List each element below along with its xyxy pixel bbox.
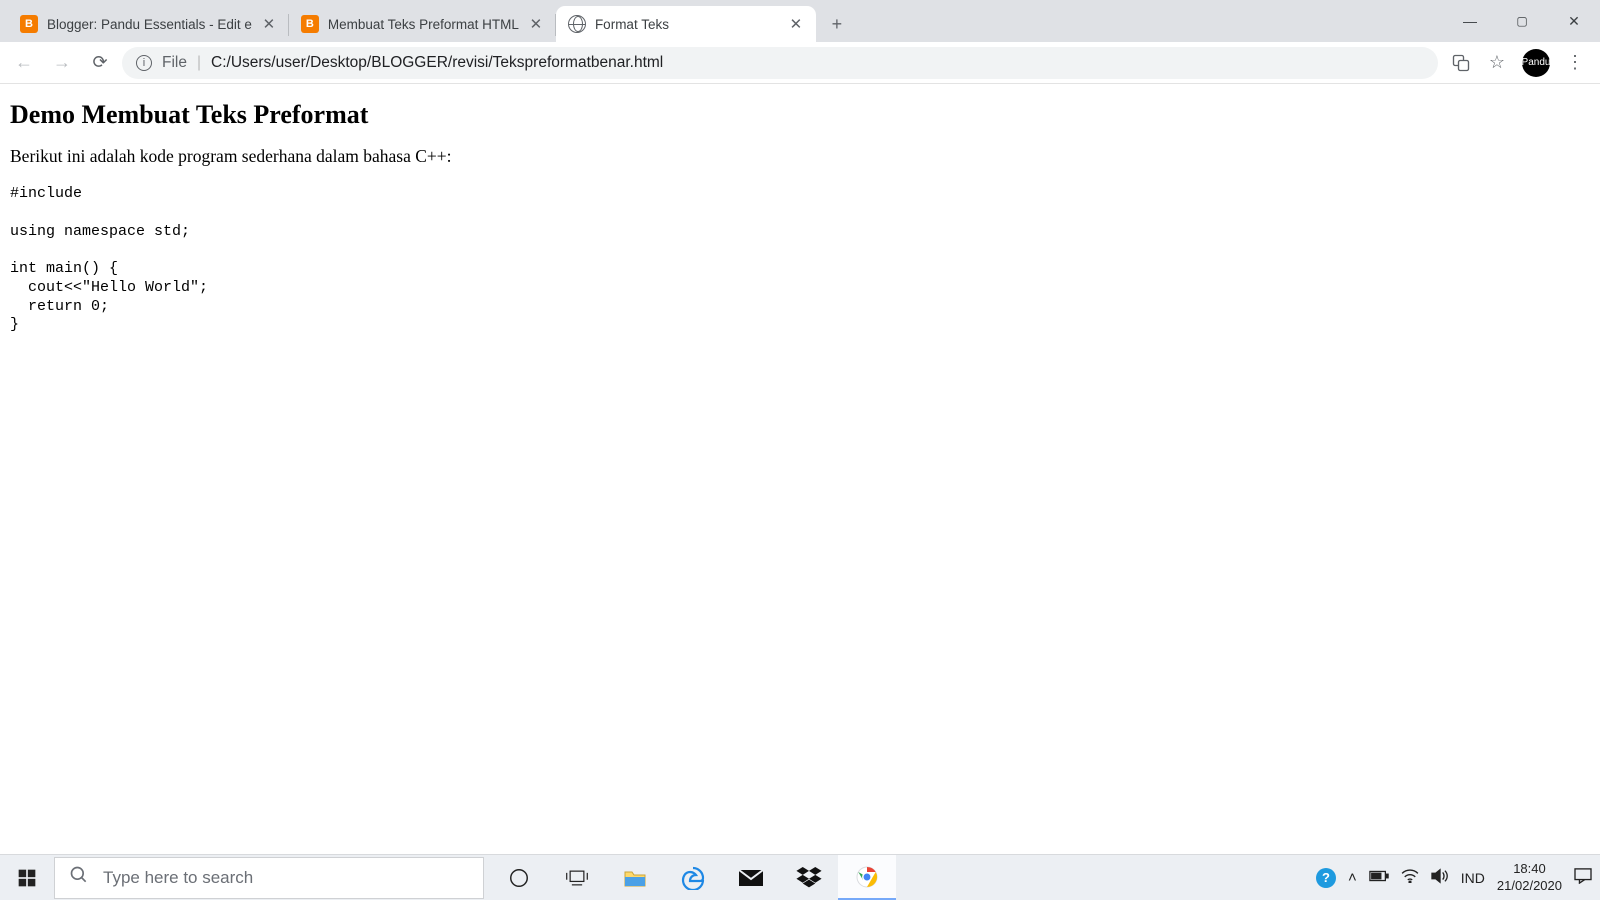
- tab-title: Membuat Teks Preformat HTML: [328, 17, 519, 32]
- cortana-icon[interactable]: [490, 855, 548, 900]
- url-path: C:/Users/user/Desktop/BLOGGER/revisi/Tek…: [211, 54, 663, 72]
- tab-title: Blogger: Pandu Essentials - Edit e: [47, 17, 252, 32]
- volume-icon[interactable]: [1431, 868, 1449, 888]
- reload-button[interactable]: ⟳: [84, 47, 116, 79]
- taskbar-pinned-apps: [490, 855, 896, 900]
- dropbox-icon[interactable]: [780, 855, 838, 900]
- blogger-icon: B: [20, 15, 38, 33]
- profile-avatar[interactable]: Pandu: [1522, 49, 1550, 77]
- tab-format-teks[interactable]: Format Teks ✕: [556, 6, 816, 42]
- taskbar-clock[interactable]: 18:40 21/02/2020: [1497, 861, 1562, 894]
- forward-button[interactable]: →: [46, 47, 78, 79]
- file-explorer-icon[interactable]: [606, 855, 664, 900]
- chrome-icon[interactable]: [838, 855, 896, 900]
- battery-icon[interactable]: [1369, 869, 1389, 886]
- tray-chevron-up-icon[interactable]: ˄: [1348, 869, 1357, 886]
- task-view-icon[interactable]: [548, 855, 606, 900]
- help-icon[interactable]: ?: [1316, 868, 1336, 888]
- page-code-block: #include using namespace std; int main()…: [10, 185, 1590, 335]
- tab-preformat-html[interactable]: B Membuat Teks Preformat HTML ✕: [289, 6, 556, 42]
- window-maximize-button[interactable]: ▢: [1496, 0, 1548, 42]
- window-minimize-button[interactable]: —: [1444, 0, 1496, 42]
- wifi-icon[interactable]: [1401, 869, 1419, 887]
- url-scheme: File: [162, 54, 187, 72]
- tab-title: Format Teks: [595, 17, 779, 32]
- search-placeholder: Type here to search: [103, 868, 253, 888]
- tabs-container: B Blogger: Pandu Essentials - Edit e ✕ B…: [0, 0, 852, 42]
- action-center-icon[interactable]: [1574, 868, 1592, 888]
- mail-icon[interactable]: [722, 855, 780, 900]
- close-icon[interactable]: ✕: [261, 15, 277, 33]
- page-content: Demo Membuat Teks Preformat Berikut ini …: [0, 84, 1600, 345]
- new-tab-button[interactable]: +: [822, 9, 852, 39]
- start-button[interactable]: [0, 855, 54, 900]
- edge-icon[interactable]: [664, 855, 722, 900]
- page-paragraph: Berikut ini adalah kode program sederhan…: [10, 146, 1590, 167]
- tab-blogger-editor[interactable]: B Blogger: Pandu Essentials - Edit e ✕: [8, 6, 289, 42]
- page-heading: Demo Membuat Teks Preformat: [10, 100, 1590, 130]
- search-icon: [69, 865, 89, 890]
- taskbar-search-input[interactable]: Type here to search: [54, 857, 484, 899]
- input-language[interactable]: IND: [1461, 870, 1485, 886]
- chrome-menu-icon[interactable]: ⋮: [1564, 52, 1586, 74]
- blogger-icon: B: [301, 15, 319, 33]
- translate-icon[interactable]: [1450, 52, 1472, 74]
- clock-time: 18:40: [1497, 861, 1562, 877]
- window-controls: — ▢ ✕: [1444, 0, 1600, 42]
- close-icon[interactable]: ✕: [528, 15, 544, 33]
- address-bar[interactable]: i File | C:/Users/user/Desktop/BLOGGER/r…: [122, 47, 1438, 79]
- browser-toolbar: ← → ⟳ i File | C:/Users/user/Desktop/BLO…: [0, 42, 1600, 84]
- globe-icon: [568, 15, 586, 33]
- browser-tabstrip: B Blogger: Pandu Essentials - Edit e ✕ B…: [0, 0, 1600, 42]
- site-info-icon[interactable]: i: [136, 55, 152, 71]
- windows-taskbar: Type here to search ? ˄: [0, 854, 1600, 900]
- clock-date: 21/02/2020: [1497, 878, 1562, 894]
- toolbar-right-icons: ☆ Pandu ⋮: [1444, 49, 1592, 77]
- back-button[interactable]: ←: [8, 47, 40, 79]
- system-tray: ? ˄ IND 18:40 21/02/2020: [1316, 861, 1600, 894]
- url-separator: |: [197, 54, 201, 72]
- window-close-button[interactable]: ✕: [1548, 0, 1600, 42]
- bookmark-star-icon[interactable]: ☆: [1486, 52, 1508, 74]
- close-icon[interactable]: ✕: [788, 15, 804, 33]
